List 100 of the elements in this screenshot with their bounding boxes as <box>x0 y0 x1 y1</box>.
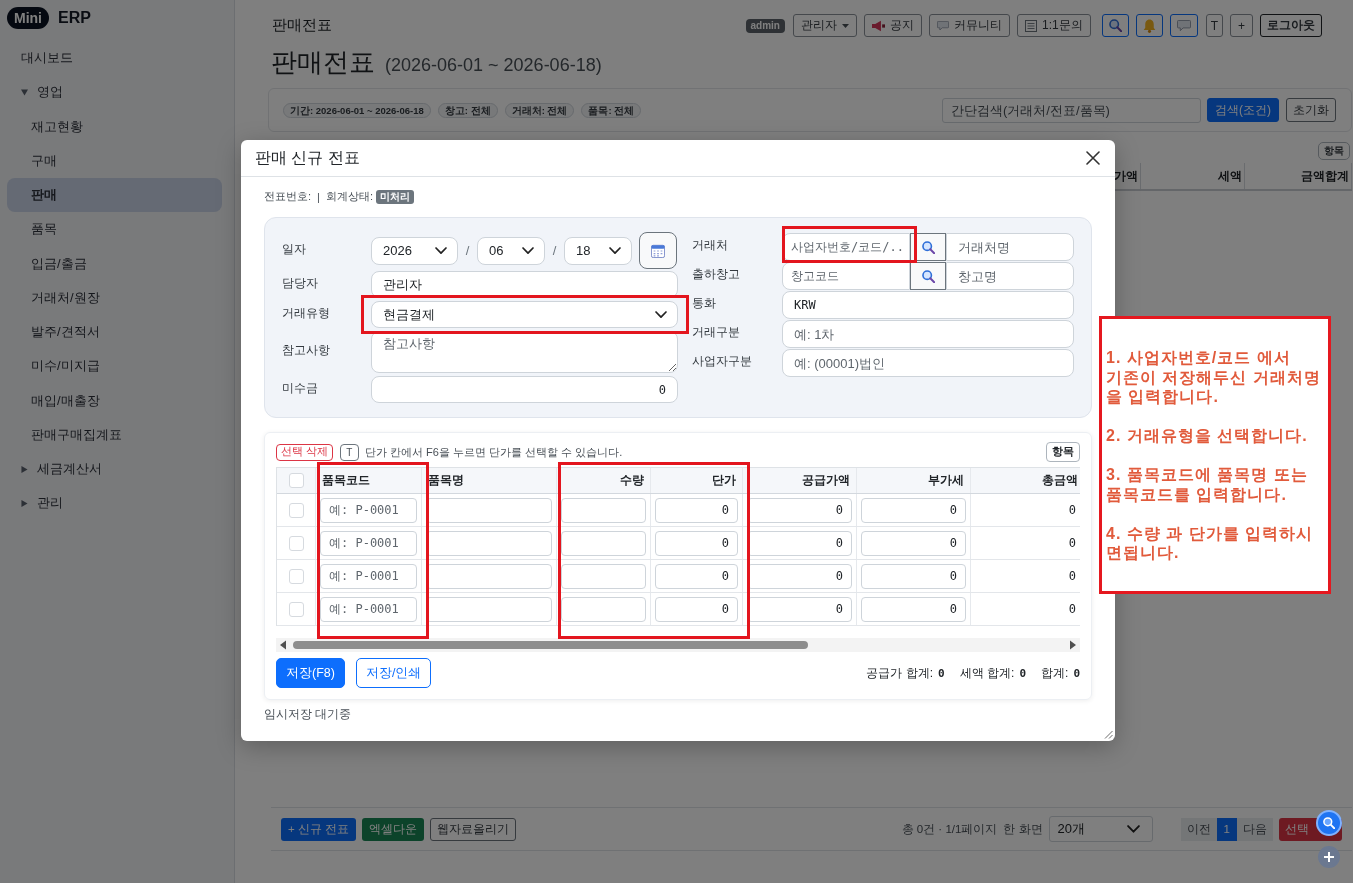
item-code-input[interactable]: 예: P-0001 <box>320 596 417 622</box>
guide-step: 2. 거래유형을 선택합니다. <box>1106 426 1326 446</box>
code-field[interactable]: 창고코드 <box>782 262 910 290</box>
nav-item[interactable]: 판매구매집계표 <box>7 417 222 452</box>
checkbox[interactable] <box>288 601 304 617</box>
chevron-down-icon <box>609 246 621 255</box>
columns-button[interactable]: 항목 <box>1318 142 1350 160</box>
quantity-input[interactable] <box>561 596 646 622</box>
search-button[interactable] <box>1101 14 1129 37</box>
select-field[interactable]: 현금결제 <box>371 301 678 328</box>
toolbar-button[interactable]: + <box>1230 14 1253 37</box>
item-code-input[interactable]: 예: P-0001 <box>320 530 417 556</box>
nav-group[interactable]: 영업 <box>7 75 222 110</box>
chevron-down-icon <box>522 246 534 255</box>
toolbar-button[interactable]: T <box>1205 14 1223 37</box>
prev-page-button[interactable]: 이전 <box>1180 817 1217 841</box>
text-field[interactable]: 예: 1차 <box>782 320 1074 348</box>
supply-amount-input[interactable]: 0 <box>747 497 852 523</box>
date-select[interactable]: 06 <box>477 236 545 265</box>
checkbox[interactable] <box>288 535 304 551</box>
nav-group[interactable]: 관리 <box>7 486 222 521</box>
vat-input[interactable]: 0 <box>861 563 966 589</box>
nav-item[interactable]: 미수/미지급 <box>7 349 222 384</box>
horizontal-scrollbar[interactable] <box>276 638 1080 652</box>
messages-button[interactable] <box>1169 14 1198 37</box>
nav-group[interactable]: 세금계산서 <box>7 452 222 487</box>
unit-price-input[interactable]: 0 <box>655 497 738 523</box>
excel-download-button[interactable]: 엑셀다운 <box>362 817 425 841</box>
quantity-input[interactable] <box>561 563 646 589</box>
checkbox[interactable] <box>288 502 304 518</box>
resize-grip-icon[interactable] <box>1104 730 1113 739</box>
shortcut-key-button[interactable]: T <box>339 443 359 461</box>
supply-amount-input[interactable]: 0 <box>747 596 852 622</box>
unit-price-input[interactable]: 0 <box>655 530 738 556</box>
save-button[interactable]: 저장(F8) <box>276 658 345 688</box>
save-print-button[interactable]: 저장/인쇄 <box>355 658 432 688</box>
text-field[interactable]: 예: (00001)법인 <box>782 349 1074 377</box>
supply-amount-input[interactable]: 0 <box>747 563 852 589</box>
total-label: 합계: <box>1041 664 1069 682</box>
user-menu-button[interactable]: 관리자 <box>792 14 857 37</box>
code-field[interactable]: 사업자번호/코드/.. <box>782 233 910 261</box>
calendar-button[interactable] <box>639 232 677 269</box>
nav-item[interactable]: 대시보드 <box>7 41 222 76</box>
name-field[interactable]: 거래처명 <box>946 233 1074 261</box>
unit-price-input[interactable]: 0 <box>655 563 738 589</box>
guide-step: 3. 품목코드에 품목명 또는 품목코드를 입력합니다. <box>1106 465 1326 504</box>
nav-item[interactable]: 판매 <box>7 178 222 213</box>
item-code-input[interactable]: 예: P-0001 <box>320 497 417 523</box>
checkbox[interactable] <box>288 568 304 584</box>
total-label: 세액 합계: <box>959 664 1015 682</box>
next-page-button[interactable]: 다음 <box>1237 817 1273 841</box>
search-field[interactable]: 간단검색(거래처/전표/품목) <box>942 97 1201 123</box>
floating-add-button[interactable] <box>1318 846 1340 868</box>
nav-item[interactable]: 구매 <box>7 143 222 178</box>
new-voucher-button[interactable]: + 신규 전표 <box>281 817 357 841</box>
chevron-down-icon <box>1126 825 1140 833</box>
close-button[interactable] <box>1084 149 1102 167</box>
upload-button[interactable]: 웹자료올리기 <box>430 817 517 841</box>
nav-item[interactable]: 발주/견적서 <box>7 315 222 350</box>
text-field[interactable]: KRW <box>782 291 1074 319</box>
total-cell: 0 <box>1068 602 1076 616</box>
item-name-input[interactable] <box>426 563 552 589</box>
search-button[interactable]: 검색(조건) <box>1207 98 1279 122</box>
inquiry-button[interactable]: 1:1문의 <box>1016 14 1091 37</box>
reset-button[interactable]: 초기화 <box>1286 98 1336 122</box>
columns-button[interactable]: 항목 <box>1046 442 1080 462</box>
vat-input[interactable]: 0 <box>861 497 966 523</box>
item-code-input[interactable]: 예: P-0001 <box>320 563 417 589</box>
lookup-button[interactable] <box>910 262 946 290</box>
date-select[interactable]: 2026 <box>371 236 458 265</box>
item-name-input[interactable] <box>426 596 552 622</box>
vat-input[interactable]: 0 <box>861 530 966 556</box>
vat-input[interactable]: 0 <box>861 596 966 622</box>
logout-button[interactable]: 로그아웃 <box>1260 14 1322 37</box>
amount-field[interactable]: 0 <box>371 376 678 403</box>
voucher-number-label: 전표번호: <box>264 189 312 204</box>
nav-item[interactable]: 매입/매출장 <box>7 383 222 418</box>
quantity-input[interactable] <box>561 497 646 523</box>
supply-amount-input[interactable]: 0 <box>747 530 852 556</box>
name-field[interactable]: 창고명 <box>946 262 1074 290</box>
column-header: 금액합계 <box>1245 163 1352 189</box>
nav-item[interactable]: 품목 <box>7 212 222 247</box>
item-name-input[interactable] <box>426 497 552 523</box>
quantity-input[interactable] <box>561 530 646 556</box>
item-name-input[interactable] <box>426 530 552 556</box>
nav-item[interactable]: 재고현황 <box>7 109 222 144</box>
community-button[interactable]: 커뮤니티 <box>928 14 1010 37</box>
memo-field[interactable]: 참고사항 <box>371 331 678 373</box>
unit-price-input[interactable]: 0 <box>655 596 738 622</box>
date-select[interactable]: 18 <box>564 236 632 265</box>
nav-item[interactable]: 입금/출금 <box>7 246 222 281</box>
nav-item[interactable]: 거래처/원장 <box>7 280 222 315</box>
floating-search-button[interactable] <box>1316 810 1342 836</box>
close-icon <box>1086 151 1100 165</box>
page-button[interactable]: 1 <box>1216 817 1237 841</box>
page-size-select[interactable]: 20개 <box>1048 816 1153 842</box>
checkbox[interactable] <box>288 473 304 488</box>
delete-selected-button[interactable]: 선택 삭제 <box>276 443 333 461</box>
notifications-button[interactable] <box>1135 14 1163 37</box>
notice-button[interactable]: 공지 <box>863 14 922 37</box>
